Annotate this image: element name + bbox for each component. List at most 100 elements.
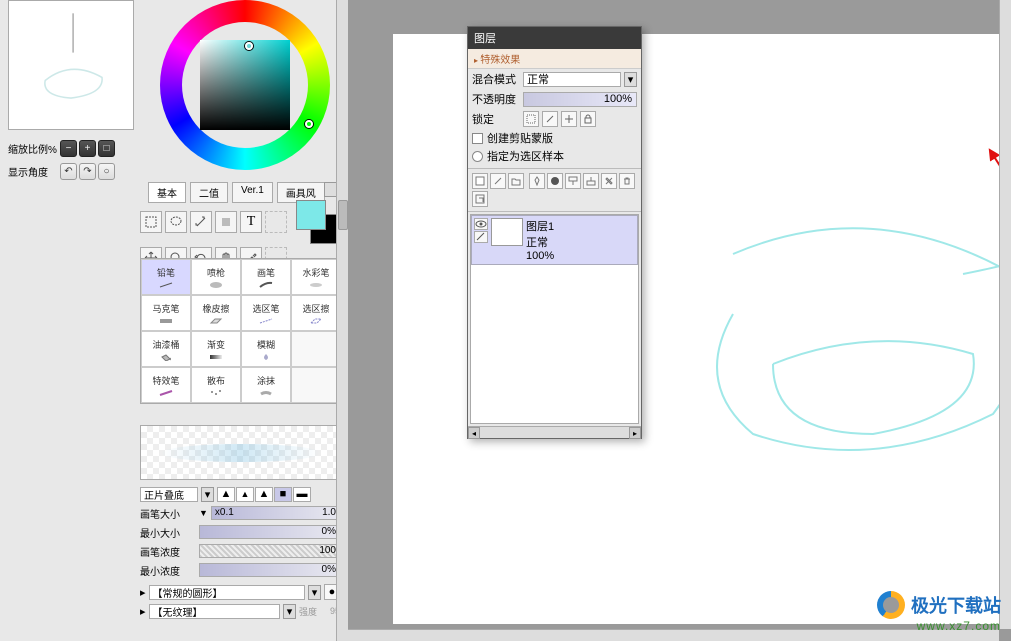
texture-select[interactable]: 【无纹理】 <box>149 604 280 619</box>
merge-down-button[interactable] <box>583 173 599 189</box>
brush-preview <box>140 425 340 480</box>
edit-toggle[interactable] <box>474 231 488 243</box>
angle-control: 显示角度 ↶ ↷ ○ <box>8 163 134 180</box>
wand-tool[interactable] <box>190 211 212 233</box>
rotate-ccw-button[interactable]: ↶ <box>60 163 77 180</box>
layer-blend-select[interactable]: 正常 <box>523 72 621 87</box>
layer-panel-title[interactable]: 图层 <box>468 27 641 49</box>
transfer-down-button[interactable] <box>565 173 581 189</box>
zoom-reset-button[interactable]: □ <box>98 140 115 157</box>
layer-opacity: 100% <box>526 250 554 262</box>
brush-blur[interactable]: 模糊 <box>241 331 291 367</box>
brush-pencil[interactable]: 铅笔 <box>141 259 191 295</box>
layer-list[interactable]: 图层1 正常 100% <box>470 214 639 424</box>
shape-tri-m[interactable]: ▲ <box>236 487 254 502</box>
brush-eraser[interactable]: 橡皮擦 <box>191 295 241 331</box>
brush-airbrush[interactable]: 喷枪 <box>191 259 241 295</box>
select-source-label: 指定为选区样本 <box>487 148 564 164</box>
density-slider[interactable]: 100 <box>199 544 340 558</box>
layer-panel: 图层 特殊效果 混合模式 正常 ▾ 不透明度 100% 锁定 创建剪贴蒙版 指定… <box>467 26 642 439</box>
min-density-label: 最小浓度 <box>140 563 196 578</box>
shape-rect[interactable]: ▬ <box>293 487 311 502</box>
angle-label: 显示角度 <box>8 164 58 179</box>
rotate-cw-button[interactable]: ↷ <box>79 163 96 180</box>
brush-empty <box>291 367 341 403</box>
brush-smudge[interactable]: 涂抹 <box>241 367 291 403</box>
brush-empty <box>291 331 341 367</box>
select-source-radio[interactable] <box>472 151 483 162</box>
mask-button[interactable] <box>529 173 545 189</box>
apply-mask-button[interactable] <box>547 173 563 189</box>
layer-toolbar <box>468 168 641 212</box>
lock-move-button[interactable] <box>561 111 577 127</box>
shape-square[interactable]: ■ <box>274 487 292 502</box>
brush-bucket[interactable]: 油漆桶 <box>141 331 191 367</box>
shape-tool[interactable] <box>215 211 237 233</box>
text-tool[interactable]: T <box>240 211 262 233</box>
brush-shape-select[interactable]: 【常规的圆形】 <box>149 585 305 600</box>
lasso-tool[interactable] <box>165 211 187 233</box>
clear-layer-button[interactable] <box>601 173 617 189</box>
rotate-reset-button[interactable]: ○ <box>98 163 115 180</box>
brush-brush[interactable]: 画笔 <box>241 259 291 295</box>
lock-all-button[interactable] <box>580 111 596 127</box>
layer-row[interactable]: 图层1 正常 100% <box>471 215 638 265</box>
vertical-scrollbar[interactable] <box>999 0 1011 629</box>
dropdown-arrow-icon[interactable]: ▾ <box>624 72 637 87</box>
dropdown-arrow-icon[interactable]: ▾ <box>283 604 296 619</box>
layer-thumbnail[interactable] <box>491 218 523 246</box>
lock-paint-button[interactable] <box>542 111 558 127</box>
brush-marker[interactable]: 马克笔 <box>141 295 191 331</box>
scroll-left-icon[interactable]: ◂ <box>468 427 480 439</box>
layer-opacity-slider[interactable]: 100% <box>523 92 637 107</box>
min-density-slider[interactable]: 0% <box>199 563 340 577</box>
brush-selpen[interactable]: 选区笔 <box>241 295 291 331</box>
new-set-button[interactable] <box>508 173 524 189</box>
layer-panel-scrollbar[interactable]: ◂ ▸ <box>468 426 641 438</box>
brush-scatter[interactable]: 散布 <box>191 367 241 403</box>
visibility-toggle[interactable] <box>474 218 488 230</box>
new-linework-button[interactable] <box>490 173 506 189</box>
color-wheel[interactable] <box>150 0 340 180</box>
dropdown-arrow-icon[interactable]: ▾ <box>308 585 321 600</box>
layer-fx-header[interactable]: 特殊效果 <box>468 49 641 69</box>
brush-shape-selector: ▲ ▲ ▲ ■ ▬ <box>217 487 311 502</box>
brush-size-slider[interactable]: x0.11.0 <box>211 506 340 520</box>
min-size-label: 最小大小 <box>140 525 196 540</box>
shape-tri-s[interactable]: ▲ <box>217 487 235 502</box>
navigator-preview[interactable] <box>8 0 134 130</box>
canvas-area <box>348 0 999 629</box>
flatten-button[interactable] <box>472 191 488 207</box>
lock-pixels-button[interactable] <box>523 111 539 127</box>
delete-layer-button[interactable] <box>619 173 635 189</box>
scroll-right-icon[interactable]: ▸ <box>629 427 641 439</box>
left-panel-scrollbar[interactable] <box>336 0 348 641</box>
clip-checkbox[interactable] <box>472 133 483 144</box>
zoom-label: 缩放比例% <box>8 141 58 156</box>
opacity-label: 不透明度 <box>472 91 520 107</box>
watermark-url: www.xz7.com <box>917 619 1001 633</box>
brush-seleraser[interactable]: 选区擦 <box>291 295 341 331</box>
shape-tri-l[interactable]: ▲ <box>255 487 273 502</box>
expand-icon[interactable]: ▸ <box>140 605 146 618</box>
foreground-color-swatch[interactable] <box>296 200 326 230</box>
zoom-in-button[interactable]: + <box>79 140 96 157</box>
watermark-logo-icon <box>877 591 905 619</box>
zoom-out-button[interactable]: − <box>60 140 77 157</box>
watermark: 极光下载站 www.xz7.com <box>877 591 1001 633</box>
min-size-slider[interactable]: 0% <box>199 525 340 539</box>
clip-label: 创建剪贴蒙版 <box>487 130 553 146</box>
chevron-down-icon[interactable]: ▼ <box>199 508 208 518</box>
expand-icon[interactable]: ▸ <box>140 586 146 599</box>
rect-select-tool[interactable] <box>140 211 162 233</box>
color-swatch[interactable] <box>296 200 340 244</box>
brush-gradient[interactable]: 渐变 <box>191 331 241 367</box>
blend-mode-select[interactable]: 正片叠底 <box>140 487 198 502</box>
lock-label: 锁定 <box>472 111 520 127</box>
brush-watercolor[interactable]: 水彩笔 <box>291 259 341 295</box>
new-layer-button[interactable] <box>472 173 488 189</box>
tex-strength-label: 强度 <box>299 605 317 618</box>
brush-fx[interactable]: 特效笔 <box>141 367 191 403</box>
brush-grid: 铅笔 喷枪 画笔 水彩笔 马克笔 橡皮擦 选区笔 选区擦 油漆桶 渐变 模糊 特… <box>140 258 342 404</box>
dropdown-arrow-icon[interactable]: ▾ <box>201 487 214 502</box>
